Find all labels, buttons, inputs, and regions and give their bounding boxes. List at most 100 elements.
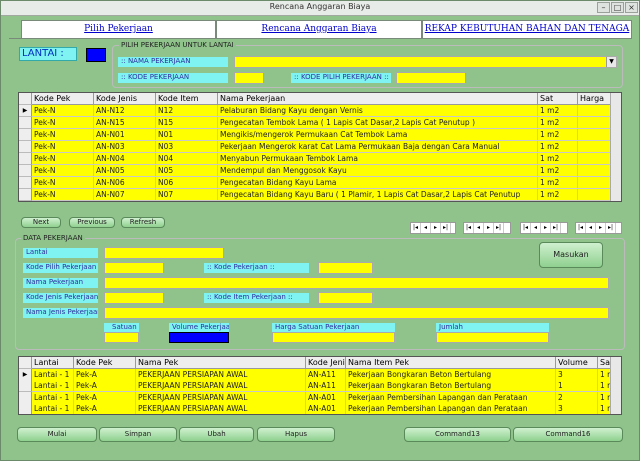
table-row[interactable]: Lantai - 1 Pek-A PEKERJAAN PERSIAPAN AWAL A… — [19, 403, 621, 414]
refresh-button[interactable]: Refresh — [121, 217, 165, 228]
mulai-button[interactable]: Mulai — [17, 427, 97, 442]
nama-jenis-pekerjaan-label: Nama Jenis Pekerjaan — [23, 308, 98, 318]
title-bar: Rencana Anggaran Biaya – □ × — [1, 1, 639, 16]
table-cell: Pelaburan Bidang Kayu dengan Vernis — [218, 105, 538, 117]
vertical-scrollbar[interactable] — [610, 93, 621, 201]
table-cell: Pek-N — [32, 117, 94, 129]
table-cell: Pengecatan Bidang Kayu Baru ( 1 Plamir, … — [218, 189, 538, 201]
table-cell: 1 m2 — [538, 105, 578, 117]
data-group-title: DATA PEKERJAAN — [21, 234, 85, 243]
table-cell: N07 — [156, 189, 218, 201]
table-cell: N05 — [156, 165, 218, 177]
simpan-button[interactable]: Simpan — [99, 427, 177, 442]
table-row[interactable]: Pek-N AN-N07 N07 Pengecatan Bidang Kayu Bar… — [19, 189, 621, 201]
table-cell: N12 — [156, 105, 218, 117]
row-selector[interactable] — [19, 165, 32, 177]
vertical-scrollbar[interactable] — [610, 357, 621, 414]
record-navigator-4[interactable]: |◂ ◂ ▸ ▸| — [575, 222, 622, 234]
table-cell: Pek-N — [32, 177, 94, 189]
table-row[interactable]: ▶ Lantai - 1 Pek-A PEKERJAAN PERSIAPAN AWAL… — [19, 368, 621, 381]
lantai-indicator[interactable] — [86, 48, 106, 62]
pekerjaan-table[interactable]: Kode Pek Kode Jenis Kode Item Nama Pekerjaa… — [18, 92, 622, 202]
row-selector[interactable]: ▶ — [19, 105, 32, 117]
table-cell: Lantai - 1 — [32, 403, 74, 414]
masukan-button[interactable]: Masukan — [539, 242, 603, 268]
row-selector[interactable] — [19, 177, 32, 189]
nama-jenis-pekerjaan-field[interactable] — [104, 307, 609, 319]
table-cell: PEKERJAAN PERSIAPAN AWAL — [136, 380, 306, 392]
harga-satuan-field[interactable] — [272, 332, 395, 343]
row-selector[interactable] — [19, 117, 32, 129]
chevron-down-icon[interactable]: ▼ — [606, 57, 616, 67]
table-cell: Pek-N — [32, 129, 94, 141]
kode-pekerjaan-field[interactable] — [234, 72, 264, 84]
table-cell: Pek-N — [32, 105, 94, 117]
table-row[interactable]: Lantai - 1 Pek-A PEKERJAAN PERSIAPAN AWAL A… — [19, 391, 621, 404]
ubah-button[interactable]: Ubah — [179, 427, 254, 442]
tab-rencana-anggaran-biaya[interactable]: Rencana Anggaran Biaya — [216, 20, 422, 38]
table-row[interactable]: Pek-N AN-N01 N01 Mengikis/mengerok Permukaa… — [19, 129, 621, 141]
table-row[interactable]: Pek-N AN-N15 N15 Pengecatan Tembok Lama ( 1… — [19, 117, 621, 129]
record-navigator-1[interactable]: |◂ ◂ ▸ ▸| — [410, 222, 456, 234]
nama-pekerjaan-combo[interactable]: ▼ — [234, 56, 617, 68]
kode-item-pekerjaan-field[interactable] — [318, 292, 373, 304]
column-header: Kode Pek — [32, 93, 94, 105]
record-navigator-3[interactable]: |◂ ◂ ▸ ▸| — [520, 222, 568, 234]
pilih-group-title: PILIH PEKERJAAN UNTUK LANTAI — [119, 41, 236, 50]
nama-pekerjaan-data-field[interactable] — [104, 277, 609, 289]
table-cell: Pek-N — [32, 153, 94, 165]
command16-button[interactable]: Command16 — [513, 427, 623, 442]
next-button[interactable]: Next — [21, 217, 61, 228]
table-cell: Pekerjaan Pembersihan Lapangan dan Perat… — [346, 391, 556, 404]
table-cell: 3 — [556, 403, 598, 414]
lantai-field[interactable] — [104, 247, 224, 259]
row-selector[interactable] — [19, 391, 32, 404]
minimize-button[interactable]: – — [597, 2, 610, 13]
satuan-field[interactable] — [104, 332, 139, 343]
table-row[interactable]: Pek-N AN-N06 N06 Pengecatan Bidang Kayu Lam… — [19, 177, 621, 189]
command13-button[interactable]: Command13 — [404, 427, 511, 442]
table-cell: 1 m2 — [538, 165, 578, 177]
table-row[interactable]: Lantai - 1 Pek-A PEKERJAAN PERSIAPAN AWAL A… — [19, 380, 621, 392]
kode-pilih-pekerjaan-field[interactable] — [396, 72, 466, 84]
table-row[interactable]: ▶ Pek-N AN-N12 N12 Pelaburan Bidang Kayu den… — [19, 105, 621, 117]
row-selector[interactable] — [19, 357, 32, 369]
table-cell: 1 m2 — [538, 129, 578, 141]
kode-pekerjaan-data-field[interactable] — [318, 262, 373, 274]
tab-pilih-pekerjaan[interactable]: Pilih Pekerjaan — [21, 20, 216, 38]
row-selector[interactable] — [19, 153, 32, 165]
table-cell: AN-N05 — [94, 165, 156, 177]
kode-jenis-pekerjaan-field[interactable] — [104, 292, 164, 304]
row-selector[interactable] — [19, 380, 32, 392]
kode-pilih-pekerjaan-data-field[interactable] — [104, 262, 164, 274]
table-cell: 2 — [556, 391, 598, 404]
record-navigator-2[interactable]: |◂ ◂ ▸ ▸| — [463, 222, 511, 234]
row-selector[interactable] — [19, 141, 32, 153]
row-selector[interactable] — [19, 129, 32, 141]
table-row[interactable]: Pek-N AN-N03 N03 Pekerjaan Mengerok karat C… — [19, 141, 621, 153]
tab-rekap-kebutuhan[interactable]: REKAP KEBUTUHAN BAHAN DAN TENAGA — [422, 20, 632, 38]
row-selector[interactable] — [19, 93, 32, 105]
table-cell: AN-N07 — [94, 189, 156, 201]
table-cell: Mengikis/mengerok Permukaan Cat Tembok L… — [218, 129, 538, 141]
row-selector[interactable] — [19, 189, 32, 201]
table-row[interactable]: Pek-N AN-N04 N04 Menyabun Permukaan Tembok … — [19, 153, 621, 165]
rab-table[interactable]: Lantai Kode Pek Nama Pek Kode Jenis Nama Ite… — [18, 356, 622, 415]
column-header: Sat — [538, 93, 578, 105]
row-selector[interactable] — [19, 403, 32, 414]
table-row[interactable]: Pek-N AN-N05 N05 Mendempul dan Menggosok Ka… — [19, 165, 621, 177]
column-header: Kode Pek — [74, 357, 136, 369]
column-header: Nama Item Pek — [346, 357, 556, 369]
previous-button[interactable]: Previous — [69, 217, 115, 228]
table-cell: AN-N04 — [94, 153, 156, 165]
close-button[interactable]: × — [625, 2, 638, 13]
volume-pekerjaan-field[interactable] — [169, 332, 229, 343]
hapus-button[interactable]: Hapus — [257, 427, 335, 442]
row-selector[interactable]: ▶ — [19, 368, 32, 381]
table-cell: Pek-A — [74, 380, 136, 392]
table-cell: 1 — [556, 380, 598, 392]
column-header: Kode Item — [156, 93, 218, 105]
maximize-button[interactable]: □ — [611, 2, 624, 13]
kode-pekerjaan-data-label: :: Kode Pekerjaan :: — [204, 263, 309, 273]
jumlah-field[interactable] — [436, 332, 549, 343]
